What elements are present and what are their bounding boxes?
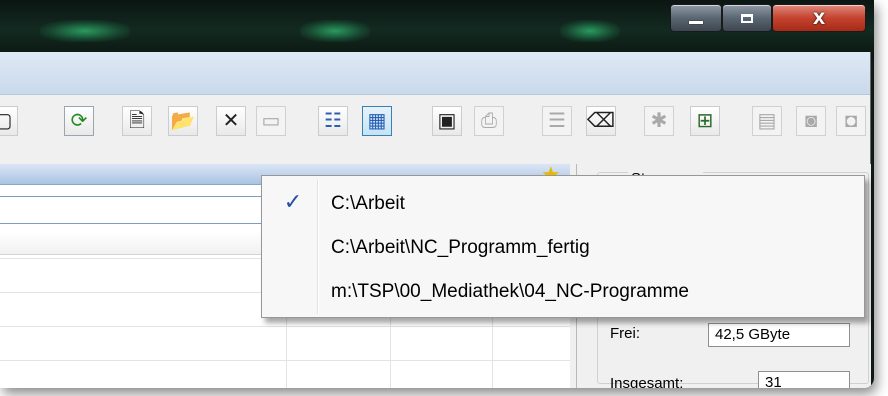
screenshot-stage: X ▢ ⟳ 🗎 📂 ✕ ▭ ☷ ▦ ▣ ⎙ ☰ ⌫ ✱ ⊞ ▤ ◙ ◘ Frei… <box>0 0 888 396</box>
favorites-icon: ▢ <box>0 110 13 132</box>
refresh-button[interactable]: ⟳ <box>64 106 94 136</box>
minimize-button[interactable] <box>670 4 722 32</box>
delete-button[interactable]: ✕ <box>216 106 246 136</box>
console-icon: ▣ <box>437 110 457 132</box>
close-icon: X <box>812 8 826 28</box>
console-button[interactable]: ▣ <box>432 106 462 136</box>
maximize-icon <box>741 13 753 23</box>
list-view-icon: ☷ <box>324 110 342 132</box>
title-glow <box>40 20 130 42</box>
toolbar: ▢ ⟳ 🗎 📂 ✕ ▭ ☷ ▦ ▣ ⎙ ☰ ⌫ ✱ ⊞ ▤ ◙ ◘ <box>0 96 870 148</box>
document-list-button[interactable]: ☰ <box>542 106 572 136</box>
panel-button[interactable]: ▤ <box>752 106 782 136</box>
panel-icon: ▤ <box>757 110 777 132</box>
settings-icon: ✱ <box>650 110 668 132</box>
camera-button[interactable]: ◙ <box>796 106 826 136</box>
menu-item-arbeit[interactable]: ✓ C:\Arbeit <box>265 184 861 222</box>
checkmark-icon: ✓ <box>283 189 303 215</box>
rename-icon: ▭ <box>261 110 281 132</box>
menu-item-nc-programm-fertig[interactable]: C:\Arbeit\NC_Programm_fertig <box>265 228 861 266</box>
network-drive-icon: ⊞ <box>696 110 714 132</box>
menu-item-label: C:\Arbeit <box>331 193 405 214</box>
total-label: Insgesamt: <box>610 375 684 388</box>
print-button[interactable]: ⎙ <box>474 106 504 136</box>
list-view-button[interactable]: ☷ <box>318 106 348 136</box>
title-bar[interactable]: X <box>0 0 874 60</box>
free-label: Frei: <box>610 325 640 342</box>
minimize-icon <box>689 20 703 24</box>
details-view-icon: ▦ <box>367 110 387 132</box>
open-folder-button[interactable]: 📂 <box>168 106 198 136</box>
title-glow <box>560 20 620 42</box>
rename-button[interactable]: ▭ <box>256 106 286 136</box>
menu-item-label: m:\TSP\00_Mediathek\04_NC-Programme <box>331 281 689 302</box>
camera2-icon: ◘ <box>844 110 858 132</box>
print-icon: ⎙ <box>481 110 497 132</box>
menu-item-mediathek-nc-programme[interactable]: m:\TSP\00_Mediathek\04_NC-Programme <box>265 272 861 310</box>
menu-item-label: C:\Arbeit\NC_Programm_fertig <box>331 237 590 258</box>
camera-icon: ◙ <box>804 110 818 132</box>
new-file-button[interactable]: 🗎 <box>122 106 152 136</box>
refresh-icon: ⟳ <box>70 110 88 132</box>
details-view-button[interactable]: ▦ <box>362 106 392 136</box>
document-list-icon: ☰ <box>548 110 566 132</box>
delete-icon: ✕ <box>222 110 240 132</box>
camera2-button[interactable]: ◘ <box>836 106 866 136</box>
total-value: 31 <box>758 371 850 388</box>
settings-button[interactable]: ✱ <box>644 106 674 136</box>
menu-bar <box>0 52 870 95</box>
free-value: 42,5 GByte <box>708 323 850 347</box>
maximize-button[interactable] <box>722 4 772 32</box>
eraser-button[interactable]: ⌫ <box>586 106 616 136</box>
path-history-menu: ✓ C:\Arbeit C:\Arbeit\NC_Programm_fertig… <box>261 175 865 318</box>
network-drive-button[interactable]: ⊞ <box>690 106 720 136</box>
title-glow <box>300 20 370 42</box>
new-file-icon: 🗎 <box>128 110 146 132</box>
eraser-icon: ⌫ <box>586 110 616 132</box>
open-folder-icon: 📂 <box>170 110 196 132</box>
close-button[interactable]: X <box>772 4 866 32</box>
favorites-button[interactable]: ▢ <box>0 106 18 136</box>
